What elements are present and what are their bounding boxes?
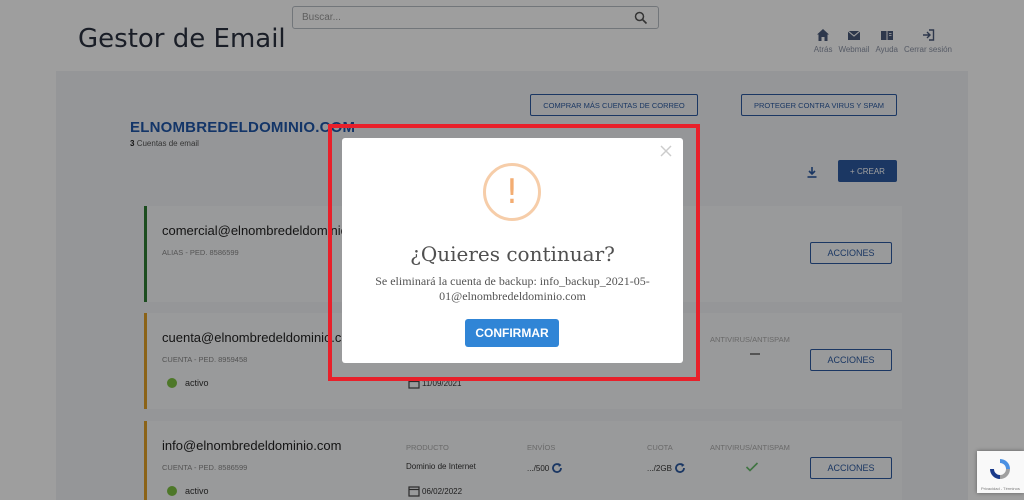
warning-icon: ! (483, 163, 541, 221)
dialog-message: Se eliminará la cuenta de backup: info_b… (375, 274, 650, 303)
warning-glyph: ! (505, 172, 519, 212)
confirm-dialog: ! ¿Quieres continuar? Se eliminará la cu… (342, 138, 683, 363)
recaptcha-footer: Privacidad - Términos (981, 486, 1020, 491)
dialog-title: ¿Quieres continuar? (410, 242, 615, 266)
close-icon[interactable] (659, 144, 673, 158)
recaptcha-badge[interactable]: Privacidad - Términos (977, 451, 1024, 493)
confirm-button[interactable]: CONFIRMAR (465, 319, 559, 347)
recaptcha-icon (990, 459, 1010, 479)
